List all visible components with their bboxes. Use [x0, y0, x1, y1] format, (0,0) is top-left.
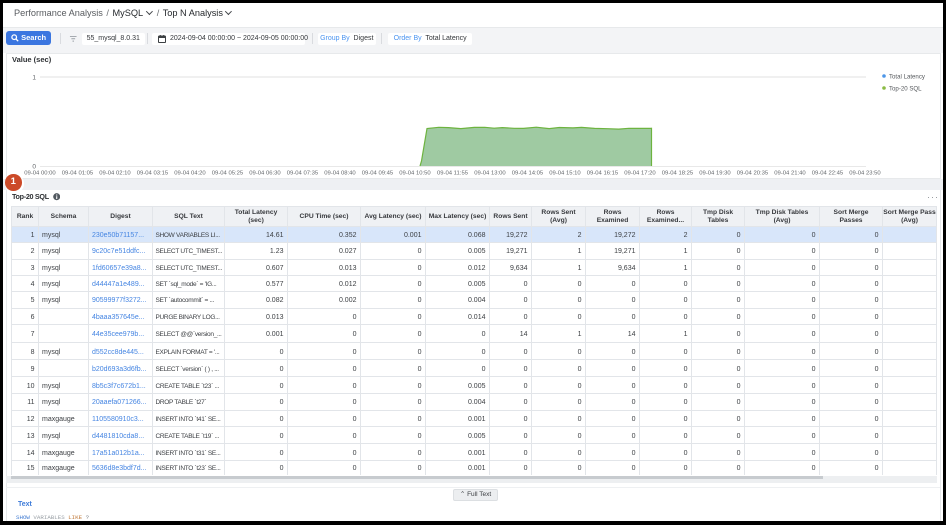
svg-text:09-04 14:05: 09-04 14:05 — [512, 171, 544, 177]
svg-text:09-04 16:15: 09-04 16:15 — [587, 171, 619, 177]
svg-text:09-04 21:40: 09-04 21:40 — [774, 171, 806, 177]
svg-text:0: 0 — [32, 164, 36, 171]
svg-text:09-04 10:50: 09-04 10:50 — [399, 171, 431, 177]
svg-text:09-04 13:00: 09-04 13:00 — [474, 171, 506, 177]
svg-text:09-04 04:20: 09-04 04:20 — [174, 171, 206, 177]
svg-text:09-04 22:45: 09-04 22:45 — [812, 171, 844, 177]
svg-text:Total Latency: Total Latency — [889, 73, 926, 80]
svg-text:09-04 18:25: 09-04 18:25 — [662, 171, 694, 177]
svg-text:09-04 00:00: 09-04 00:00 — [24, 171, 56, 177]
svg-text:Top-20 SQL: Top-20 SQL — [889, 85, 922, 92]
svg-text:09-04 15:10: 09-04 15:10 — [549, 171, 581, 177]
svg-text:09-04 03:15: 09-04 03:15 — [137, 171, 169, 177]
svg-text:09-04 20:35: 09-04 20:35 — [737, 171, 769, 177]
svg-text:1: 1 — [32, 75, 36, 82]
svg-text:09-04 23:50: 09-04 23:50 — [849, 171, 881, 177]
svg-text:09-04 19:30: 09-04 19:30 — [699, 171, 731, 177]
svg-text:09-04 01:05: 09-04 01:05 — [62, 171, 94, 177]
svg-text:09-04 08:40: 09-04 08:40 — [324, 171, 356, 177]
svg-text:09-04 09:45: 09-04 09:45 — [362, 171, 394, 177]
svg-text:09-04 11:55: 09-04 11:55 — [437, 171, 469, 177]
svg-text:09-04 02:10: 09-04 02:10 — [99, 171, 131, 177]
svg-text:09-04 07:35: 09-04 07:35 — [287, 171, 319, 177]
svg-text:09-04 17:20: 09-04 17:20 — [624, 171, 656, 177]
svg-text:09-04 06:30: 09-04 06:30 — [249, 171, 281, 177]
svg-text:09-04 05:25: 09-04 05:25 — [212, 171, 244, 177]
